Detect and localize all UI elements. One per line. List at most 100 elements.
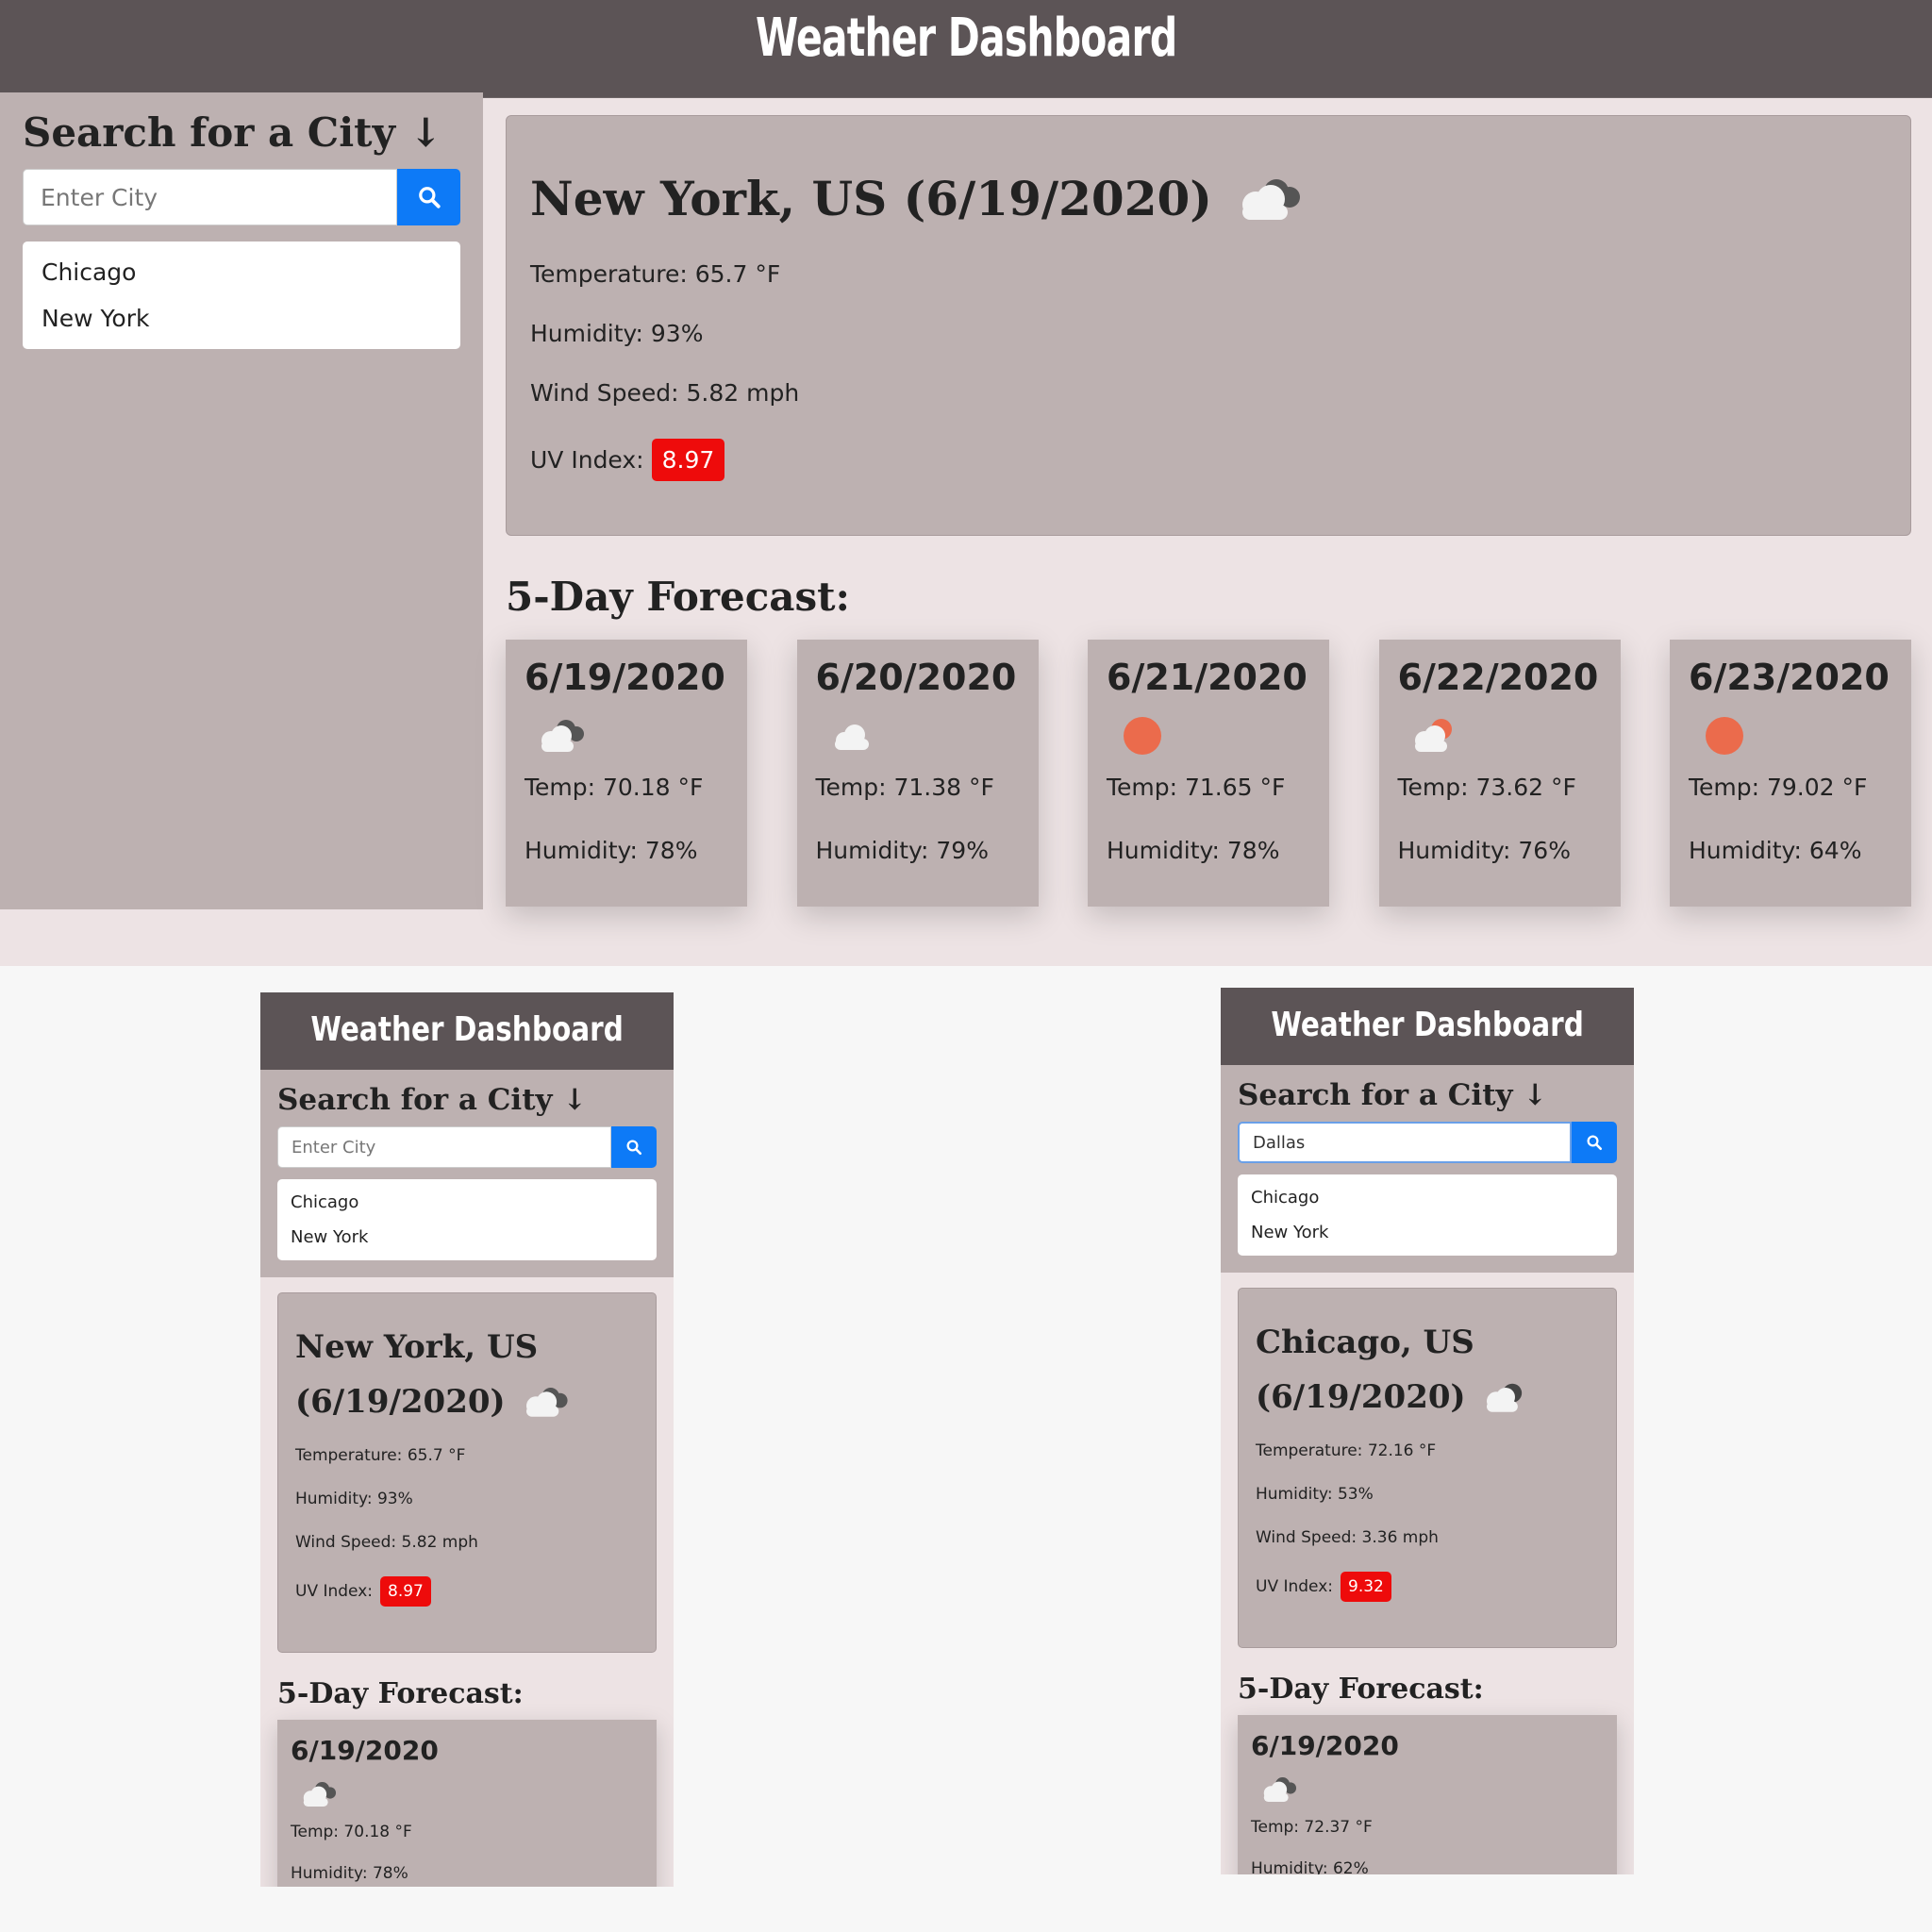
search-history-list: Chicago New York	[1238, 1174, 1617, 1256]
search-input[interactable]	[1238, 1122, 1572, 1163]
broken-clouds-icon	[541, 720, 584, 752]
forecast-humidity: Humidity: 78%	[1107, 837, 1280, 864]
forecast-temp: Temp: 73.62 °F	[1397, 774, 1576, 801]
history-item-chicago[interactable]: Chicago	[277, 1185, 657, 1220]
uv-label: UV Index:	[295, 1582, 374, 1601]
search-icon	[626, 1140, 642, 1156]
search-history-list: Chicago New York	[23, 242, 460, 349]
forecast-temp: Temp: 79.02 °F	[1689, 774, 1868, 801]
current-weather-card: New York, US (6/19/2020) Temperature: 65…	[277, 1292, 657, 1653]
history-item-chicago[interactable]: Chicago	[23, 249, 460, 295]
search-button[interactable]	[611, 1126, 657, 1168]
forecast-card: 6/22/2020 Temp: 73.62 °F Humidity: 76%	[1378, 640, 1621, 907]
current-temperature: Temperature: 72.16 °F	[1256, 1441, 1437, 1460]
forecast-humidity: Humidity: 78%	[291, 1864, 408, 1883]
cloudy-icon	[525, 1388, 568, 1417]
current-weather-title: Chicago, US (6/19/2020)	[1256, 1315, 1599, 1424]
uv-label: UV Index:	[1256, 1577, 1334, 1596]
app-header: Weather Dashboard	[1221, 988, 1634, 1065]
forecast-heading: 5-Day Forecast:	[1238, 1673, 1484, 1706]
forecast-humidity: Humidity: 64%	[1689, 837, 1862, 864]
forecast-heading: 5-Day Forecast:	[506, 574, 851, 620]
search-button[interactable]	[397, 169, 460, 225]
desktop-view: Weather Dashboard Search for a City ↓ Ch…	[0, 0, 1932, 966]
forecast-date: 6/19/2020	[291, 1735, 439, 1766]
date-title: (6/19/2020)	[295, 1383, 506, 1421]
search-input[interactable]	[23, 169, 397, 225]
current-temperature: Temperature: 65.7 °F	[530, 260, 781, 288]
current-uv-index: UV Index: 8.97	[295, 1576, 639, 1607]
forecast-humidity: Humidity: 76%	[1397, 837, 1571, 864]
search-bar	[277, 1126, 657, 1168]
history-item-new-york[interactable]: New York	[1238, 1215, 1617, 1250]
search-heading: Search for a City ↓	[1238, 1078, 1548, 1112]
forecast-date: 6/23/2020	[1689, 657, 1890, 698]
forecast-date: 6/20/2020	[815, 657, 1017, 698]
city-date-title: New York, US (6/19/2020)	[530, 171, 1212, 226]
partly-sunny-icon	[1414, 719, 1452, 752]
forecast-temp: Temp: 71.65 °F	[1107, 774, 1286, 801]
uv-label: UV Index:	[530, 446, 644, 474]
sidebar: Search for a City ↓ Chicago New York	[260, 1070, 674, 1277]
forecast-temp: Temp: 70.18 °F	[525, 774, 704, 801]
forecast-card: 6/19/2020 Temp: 70.18 °F Humidity: 78%	[506, 640, 747, 907]
broken-clouds-icon	[303, 1782, 337, 1807]
forecast-humidity: Humidity: 62%	[1251, 1859, 1369, 1874]
mobile-view-chicago: Weather Dashboard Search for a City ↓ Ch…	[1221, 988, 1634, 1874]
forecast-date: 6/22/2020	[1397, 657, 1599, 698]
main-content: New York, US (6/19/2020) Temperature: 65…	[483, 92, 1932, 966]
sun-icon	[1124, 717, 1161, 755]
forecast-date: 6/21/2020	[1107, 657, 1307, 698]
forecast-temp: Temp: 70.18 °F	[291, 1823, 412, 1841]
current-weather-title: New York, US (6/19/2020)	[530, 171, 1887, 226]
cloud-icon	[834, 724, 869, 750]
forecast-card: 6/23/2020 Temp: 79.02 °F Humidity: 64%	[1670, 640, 1911, 907]
current-humidity: Humidity: 93%	[530, 320, 704, 347]
forecast-temp: Temp: 72.37 °F	[1251, 1818, 1373, 1837]
current-weather-card: New York, US (6/19/2020) Temperature: 65…	[506, 115, 1911, 536]
app-title: Weather Dashboard	[310, 1010, 624, 1049]
search-bar	[23, 169, 460, 225]
current-uv-index: UV Index: 9.32	[1256, 1572, 1599, 1602]
app-header: Weather Dashboard	[260, 992, 674, 1070]
sidebar: Search for a City ↓ Chicago New York	[0, 92, 483, 909]
search-icon	[418, 187, 441, 208]
partly-cloudy-night-icon	[1486, 1383, 1522, 1412]
current-weather-card: Chicago, US (6/19/2020) Temperature: 72.…	[1238, 1288, 1617, 1648]
uv-badge: 8.97	[651, 439, 725, 481]
current-humidity: Humidity: 53%	[1256, 1485, 1374, 1504]
search-heading: Search for a City ↓	[23, 109, 442, 156]
mobile-view-new-york: Weather Dashboard Search for a City ↓ Ch…	[260, 992, 674, 1887]
current-uv-index: UV Index: 8.97	[530, 439, 1887, 481]
search-input[interactable]	[277, 1126, 611, 1168]
search-bar	[1238, 1122, 1617, 1163]
forecast-card: 6/19/2020 Temp: 72.37 °F Humidity: 62%	[1238, 1715, 1617, 1874]
forecast-card: 6/19/2020 Temp: 70.18 °F Humidity: 78%	[277, 1720, 657, 1887]
date-title: (6/19/2020)	[1256, 1378, 1466, 1416]
app-title: Weather Dashboard	[755, 7, 1177, 69]
current-temperature: Temperature: 65.7 °F	[295, 1446, 466, 1465]
cloudy-icon	[1241, 178, 1300, 220]
history-item-new-york[interactable]: New York	[277, 1220, 657, 1255]
city-title: New York, US	[295, 1328, 539, 1366]
forecast-temp: Temp: 71.38 °F	[815, 774, 994, 801]
search-icon	[1587, 1135, 1603, 1151]
history-item-chicago[interactable]: Chicago	[1238, 1180, 1617, 1215]
sidebar: Search for a City ↓ Chicago New York	[1221, 1065, 1634, 1273]
uv-badge: 9.32	[1341, 1572, 1391, 1602]
current-weather-title: New York, US (6/19/2020)	[295, 1320, 639, 1429]
forecast-row: 6/19/2020 Temp: 70.18 °F Humidity: 78% 6…	[506, 640, 1911, 907]
forecast-humidity: Humidity: 79%	[815, 837, 989, 864]
forecast-date: 6/19/2020	[525, 657, 725, 698]
history-item-new-york[interactable]: New York	[23, 295, 460, 341]
current-wind-speed: Wind Speed: 5.82 mph	[530, 379, 800, 407]
forecast-humidity: Humidity: 78%	[525, 837, 698, 864]
broken-clouds-icon	[1263, 1777, 1297, 1802]
city-title: Chicago, US	[1256, 1324, 1474, 1361]
current-humidity: Humidity: 93%	[295, 1490, 413, 1508]
sun-icon	[1706, 717, 1743, 755]
forecast-heading: 5-Day Forecast:	[277, 1677, 524, 1710]
forecast-card: 6/20/2020 Temp: 71.38 °F Humidity: 79%	[796, 640, 1039, 907]
forecast-card: 6/21/2020 Temp: 71.65 °F Humidity: 78%	[1088, 640, 1329, 907]
search-button[interactable]	[1572, 1122, 1617, 1163]
